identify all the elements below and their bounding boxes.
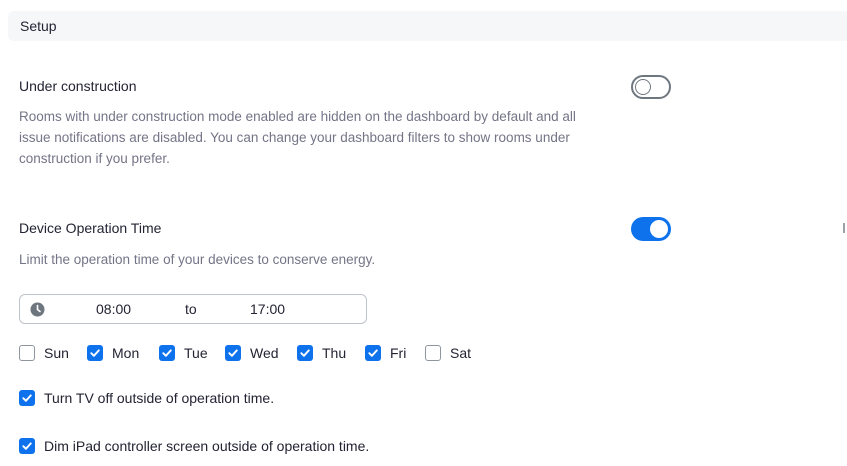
description-line: construction if you prefer. (19, 151, 170, 166)
day-mon-label[interactable]: Mon (112, 345, 139, 361)
start-time[interactable]: 08:00 (96, 301, 131, 317)
device-operation-time-description: Limit the operation time of your devices… (19, 252, 376, 267)
time-separator: to (185, 301, 197, 317)
description-line: Rooms with under construction mode enabl… (19, 109, 576, 124)
day-tue-label[interactable]: Tue (184, 345, 208, 361)
checkmark-icon (89, 347, 101, 359)
day-mon-checkbox[interactable] (87, 345, 103, 361)
section-header: Setup (8, 11, 847, 41)
clock-icon (30, 302, 45, 317)
device-operation-time-toggle[interactable] (631, 217, 671, 241)
dim-ipad-screen-checkbox[interactable] (19, 438, 35, 454)
end-time[interactable]: 17:00 (250, 301, 285, 317)
day-tue-checkbox[interactable] (159, 345, 175, 361)
turn-tv-off-label[interactable]: Turn TV off outside of operation time. (44, 390, 274, 406)
day-sat-label[interactable]: Sat (450, 345, 471, 361)
operation-time-range[interactable]: 08:00 to 17:00 (19, 294, 367, 324)
checkmark-icon (367, 347, 379, 359)
checkmark-icon (227, 347, 239, 359)
checkmark-icon (21, 392, 33, 404)
day-fri-label[interactable]: Fri (390, 345, 406, 361)
turn-tv-off-checkbox[interactable] (19, 390, 35, 406)
toggle-knob (635, 79, 651, 95)
under-construction-title: Under construction (19, 78, 137, 94)
day-wed-label[interactable]: Wed (250, 345, 279, 361)
day-thu-checkbox[interactable] (297, 345, 313, 361)
checkmark-icon (161, 347, 173, 359)
under-construction-toggle[interactable] (631, 75, 671, 99)
day-thu-label[interactable]: Thu (322, 345, 346, 361)
description-line: issue notifications are disabled. You ca… (19, 130, 570, 145)
checkmark-icon (21, 440, 33, 452)
device-operation-time-title: Device Operation Time (19, 220, 162, 236)
under-construction-description: Rooms with under construction mode enabl… (19, 106, 576, 169)
day-fri-checkbox[interactable] (365, 345, 381, 361)
day-sat-checkbox[interactable] (425, 345, 441, 361)
dim-ipad-screen-label[interactable]: Dim iPad controller screen outside of op… (44, 438, 369, 454)
checkmark-icon (299, 347, 311, 359)
day-sun-label[interactable]: Sun (44, 345, 69, 361)
scrollbar-edge (843, 223, 845, 233)
day-wed-checkbox[interactable] (225, 345, 241, 361)
day-sun-checkbox[interactable] (19, 345, 35, 361)
toggle-knob (650, 220, 668, 238)
section-title: Setup (20, 18, 57, 34)
